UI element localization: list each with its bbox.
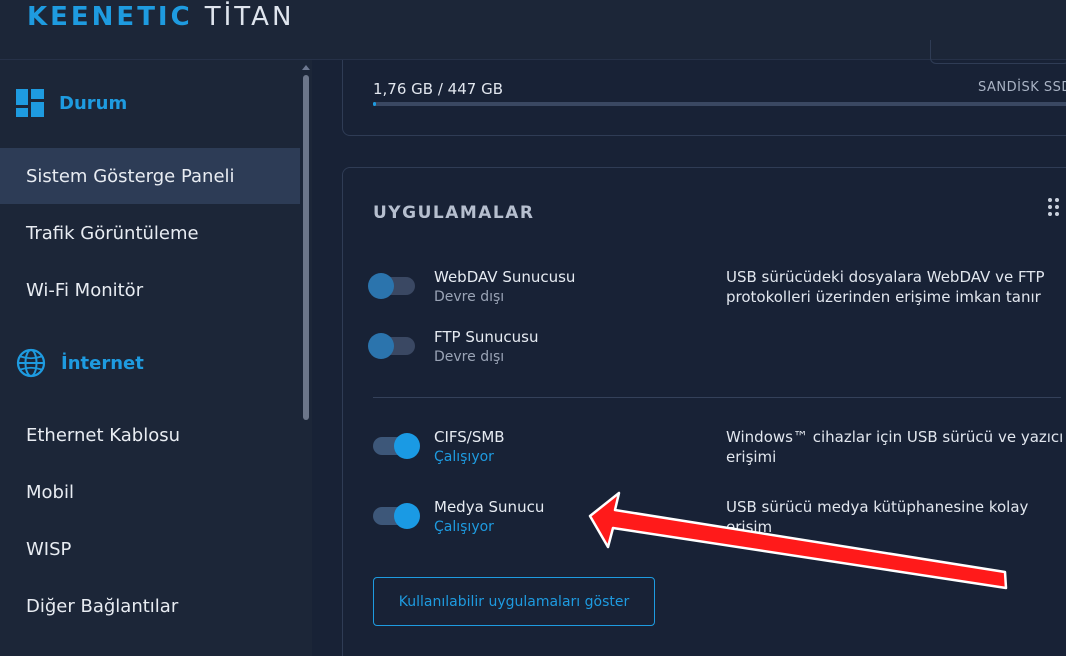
dashboard-grid-icon — [16, 89, 44, 117]
app-name-cifs-smb: CIFS/SMB — [434, 428, 505, 446]
app-description-cifs-smb: Windows™ cihazlar için USB sürücü ve yaz… — [726, 428, 1064, 466]
sidebar-item-label: WISP — [26, 538, 72, 560]
sidebar-item-traffic[interactable]: Trafik Görüntüleme — [0, 205, 300, 261]
app-name-ftp: FTP Sunucusu — [434, 328, 539, 346]
sidebar-item-label: Mobil — [26, 481, 74, 503]
storage-progress-bar — [373, 102, 1066, 106]
sidebar-item-label: Diğer Bağlantılar — [26, 595, 179, 617]
globe-icon — [16, 348, 46, 378]
app-description-webdav: USB sürücüdeki dosyalara WebDAV ve FTP p… — [726, 268, 1045, 306]
scrollbar-up-arrow[interactable] — [302, 65, 310, 70]
storage-card — [342, 60, 1066, 136]
storage-progress-fill — [373, 102, 376, 106]
sidebar-item-label: Sistem Gösterge Paneli — [26, 165, 235, 187]
sidebar-section-internet[interactable]: İnternet — [16, 347, 144, 379]
sidebar-item-wisp[interactable]: WISP — [0, 521, 300, 577]
webdav-toggle[interactable] — [368, 273, 415, 299]
storage-usage: 1,76 GB / 447 GB — [373, 80, 503, 98]
show-available-apps-button[interactable]: Kullanılabilir uygulamaları göster — [373, 577, 655, 626]
app-status-ftp: Devre dışı — [434, 349, 505, 365]
sidebar-item-mobile[interactable]: Mobil — [0, 464, 300, 520]
app-name-media-server: Medya Sunucu — [434, 498, 545, 516]
sidebar-section-label: Durum — [59, 92, 128, 114]
app-status-media-server[interactable]: Çalışıyor — [434, 519, 494, 535]
sidebar-section-durum[interactable]: Durum — [16, 87, 127, 119]
sidebar: Durum Sistem Gösterge Paneli Trafik Görü… — [0, 60, 312, 656]
sidebar-item-label: Ethernet Kablosu — [26, 424, 181, 446]
sidebar-section-label: İnternet — [61, 352, 144, 374]
brand-logo[interactable]: KEENETIC TİTAN — [27, 2, 294, 32]
media-server-toggle[interactable] — [373, 503, 420, 529]
sidebar-item-system-dashboard[interactable]: Sistem Gösterge Paneli — [0, 148, 300, 204]
drag-handle-icon[interactable] — [1048, 198, 1060, 218]
sidebar-item-label: Wi-Fi Monitör — [26, 279, 144, 301]
brand-name: KEENETIC — [27, 2, 193, 32]
sidebar-item-label: Trafik Görüntüleme — [26, 222, 199, 244]
model-name: TİTAN — [204, 2, 295, 32]
sidebar-item-other-connections[interactable]: Diğer Bağlantılar — [0, 578, 300, 634]
app-description-media-server: USB sürücü medya kütüphanesine kolay eri… — [726, 498, 1029, 536]
cifs-smb-toggle[interactable] — [373, 433, 420, 459]
storage-device-name: SANDİSK SSD — [978, 80, 1066, 95]
app-name-webdav: WebDAV Sunucusu — [434, 268, 576, 286]
apps-divider — [373, 397, 1061, 398]
sidebar-item-ethernet[interactable]: Ethernet Kablosu — [0, 407, 300, 463]
ftp-toggle[interactable] — [368, 333, 415, 359]
sidebar-item-wifi-monitor[interactable]: Wi-Fi Monitör — [0, 262, 300, 318]
top-bar: KEENETIC TİTAN — [0, 0, 1066, 64]
main-content: 1,76 GB / 447 GB SANDİSK SSD UYGULAMALAR… — [312, 60, 1066, 656]
app-status-webdav: Devre dışı — [434, 289, 505, 305]
app-status-cifs-smb[interactable]: Çalışıyor — [434, 449, 494, 465]
apps-card-title: UYGULAMALAR — [373, 203, 535, 223]
sidebar-scrollbar-thumb[interactable] — [303, 75, 309, 420]
